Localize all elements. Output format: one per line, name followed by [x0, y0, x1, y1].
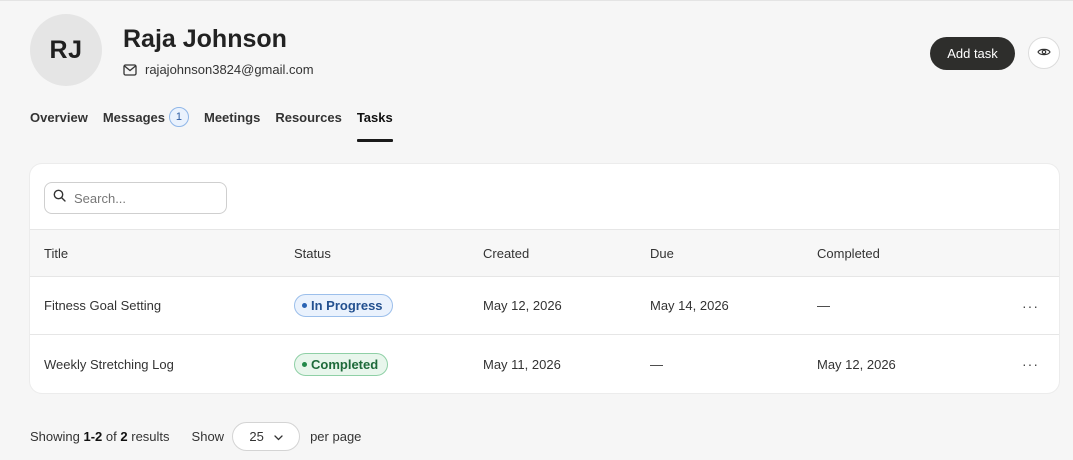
tab-messages[interactable]: Messages 1 — [103, 106, 189, 128]
status-badge: In Progress — [294, 294, 393, 317]
search-input[interactable] — [74, 190, 204, 206]
tab-label: Tasks — [356, 109, 393, 125]
showing-of: of — [105, 428, 117, 444]
chevron-down-icon — [274, 429, 283, 444]
due-date: May 14, 2026 — [650, 298, 729, 313]
tab-label: Resources — [275, 109, 342, 125]
showing-prefix: Showing — [30, 428, 80, 444]
mail-icon — [123, 63, 137, 76]
profile-tabs: Overview Messages 1 Meetings Resources T… — [30, 106, 393, 142]
status-label: In Progress — [311, 298, 383, 313]
column-header-status[interactable]: Status — [294, 230, 331, 276]
tab-overview[interactable]: Overview — [30, 106, 88, 128]
per-page-label: per page — [310, 428, 362, 444]
profile-email[interactable]: rajajohnson3824@gmail.com — [145, 62, 314, 77]
view-button[interactable] — [1028, 37, 1060, 69]
column-header-created[interactable]: Created — [483, 230, 529, 276]
per-page-select[interactable]: 25 — [232, 421, 301, 451]
status-cell: In Progress — [294, 277, 393, 334]
tab-resources[interactable]: Resources — [275, 106, 341, 128]
pagination-footer: Showing 1-2 of 2 results Show 25 per pag… — [30, 421, 362, 451]
table-header: Title Status Created Due Completed — [30, 229, 1059, 277]
table-row[interactable]: Weekly Stretching Log Completed May 11, … — [30, 335, 1059, 393]
status-cell: Completed — [294, 335, 389, 393]
tab-meetings[interactable]: Meetings — [204, 106, 260, 128]
avatar-initials: RJ — [49, 35, 83, 64]
column-header-title[interactable]: Title — [44, 230, 68, 276]
tab-label: Meetings — [203, 109, 261, 125]
tab-label: Overview — [30, 109, 88, 125]
messages-count-badge: 1 — [168, 107, 189, 127]
add-task-button[interactable]: Add task — [930, 37, 1015, 70]
more-options-icon[interactable]: ··· — [1022, 298, 1039, 314]
tab-tasks[interactable]: Tasks — [356, 106, 393, 142]
completed-date: — — [817, 298, 830, 313]
status-dot — [302, 361, 307, 367]
task-title: Fitness Goal Setting — [44, 298, 162, 313]
status-dot — [302, 303, 307, 308]
eye-icon — [1037, 44, 1051, 62]
created-date: May 12, 2026 — [483, 298, 562, 313]
due-date: — — [650, 356, 663, 372]
status-badge: Completed — [294, 352, 389, 376]
per-page-value: 25 — [249, 428, 264, 444]
task-title: Weekly Stretching Log — [44, 356, 174, 372]
showing-results: results — [131, 428, 170, 444]
showing-total: 2 — [120, 428, 128, 444]
tab-label: Messages — [102, 109, 165, 125]
show-label: Show — [191, 428, 225, 444]
column-header-completed[interactable]: Completed — [817, 230, 880, 276]
avatar: RJ — [30, 14, 102, 86]
profile-name: Raja Johnson — [123, 25, 287, 53]
completed-date: May 12, 2026 — [817, 356, 896, 372]
showing-range: 1-2 — [83, 428, 103, 444]
created-date: May 11, 2026 — [483, 356, 561, 372]
column-header-due[interactable]: Due — [650, 230, 674, 276]
more-options-icon[interactable]: ··· — [1022, 356, 1039, 372]
table-row[interactable]: Fitness Goal Setting In Progress May 12,… — [30, 277, 1059, 335]
status-label: Completed — [311, 356, 379, 372]
tasks-card: Title Status Created Due Completed Fitne… — [30, 164, 1059, 393]
profile-email-row: rajajohnson3824@gmail.com — [123, 62, 314, 77]
search-box[interactable] — [44, 182, 227, 214]
search-icon — [53, 189, 66, 207]
